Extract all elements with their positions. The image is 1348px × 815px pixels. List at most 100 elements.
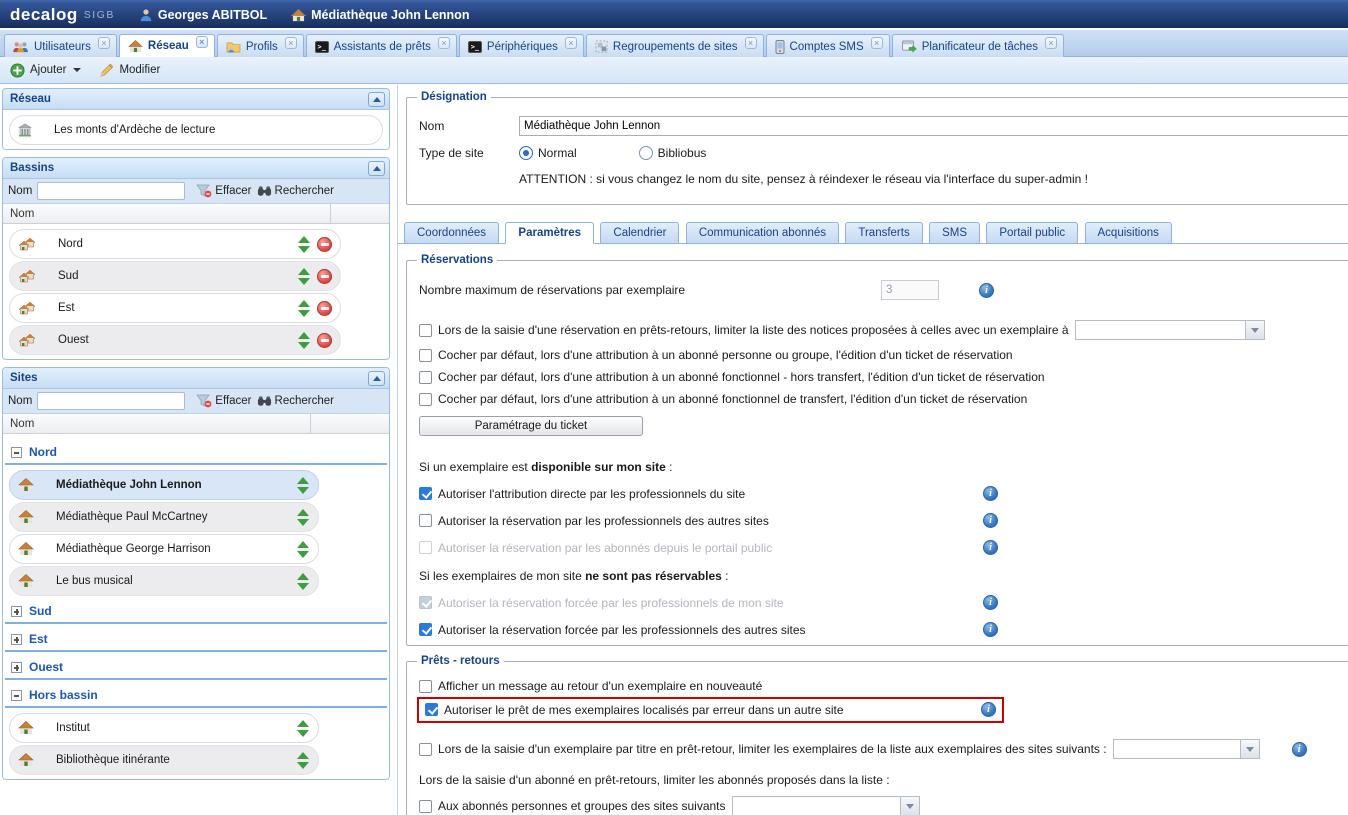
tab-parametres[interactable]: Paramètres [505, 222, 594, 244]
collapse-button[interactable] [368, 371, 385, 386]
delete-icon[interactable] [317, 333, 332, 348]
tab-peripheriques[interactable]: Périphériques [459, 34, 584, 58]
collapse-box-icon[interactable] [11, 690, 22, 701]
delete-icon[interactable] [317, 237, 332, 252]
collapse-button[interactable] [368, 92, 385, 107]
move-up-down-icon[interactable] [297, 573, 310, 590]
houses-icon [18, 301, 36, 315]
site-name-input[interactable] [519, 116, 1348, 136]
radio-unselected-icon[interactable] [639, 146, 653, 160]
bassin-row[interactable]: Sud [9, 261, 341, 291]
ticket-transfert-checkbox[interactable] [419, 393, 432, 406]
tab-profils[interactable]: Profils [217, 34, 304, 58]
limit-exemplaires-checkbox[interactable] [419, 743, 432, 756]
info-icon[interactable] [981, 702, 996, 717]
ticket-person-checkbox[interactable] [419, 349, 432, 362]
tab-utilisateurs[interactable]: Utilisateurs [4, 34, 117, 58]
bassin-row[interactable]: Est [9, 293, 341, 323]
tab-coordonnees[interactable]: Coordonnées [404, 222, 499, 243]
tab-reseau[interactable]: Réseau [119, 34, 215, 58]
exemplar-scope-dropdown[interactable] [1075, 320, 1265, 340]
site-row[interactable]: Bibliothèque itinérante [9, 745, 319, 775]
bassin-row[interactable]: Nord [9, 229, 341, 259]
expand-box-icon[interactable] [11, 606, 22, 617]
abonnes-sites-checkbox[interactable] [419, 800, 432, 813]
site-row[interactable]: Médiathèque George Harrison [9, 534, 319, 564]
close-icon[interactable] [871, 37, 883, 49]
sites-name-input[interactable] [37, 392, 185, 410]
site-row[interactable]: Médiathèque Paul McCartney [9, 502, 319, 532]
close-icon[interactable] [285, 37, 297, 49]
info-icon[interactable] [983, 595, 998, 610]
edit-button[interactable]: Modifier [99, 63, 160, 78]
tab-portail-public[interactable]: Portail public [986, 222, 1078, 243]
network-row[interactable]: Les monts d'Ardèche de lecture [9, 115, 383, 145]
site-row[interactable]: Le bus musical [9, 566, 319, 596]
other-sites-reservation-checkbox[interactable] [419, 514, 432, 527]
abonnes-sites-dropdown[interactable] [732, 796, 920, 815]
current-user[interactable]: Georges ABITBOL [139, 8, 267, 22]
sidebar: Réseau Les monts d'Ardèche de lecture Ba… [2, 88, 390, 815]
allow-mislocated-loan-checkbox[interactable] [425, 703, 438, 716]
tab-comptes-sms[interactable]: Comptes SMS [766, 34, 890, 58]
search-button[interactable]: Rechercher [257, 185, 334, 197]
delete-icon[interactable] [317, 301, 332, 316]
current-site[interactable]: Médiathèque John Lennon [291, 8, 469, 22]
chevron-down-icon[interactable] [1245, 320, 1265, 340]
move-up-down-icon[interactable] [297, 477, 310, 494]
move-up-down-icon[interactable] [297, 752, 310, 769]
bassin-row[interactable]: Ouest [9, 325, 341, 355]
tab-acquisitions[interactable]: Acquisitions [1085, 222, 1172, 243]
ticket-settings-button[interactable]: Paramétrage du ticket [419, 416, 643, 436]
radio-selected-icon[interactable] [519, 146, 533, 160]
expand-box-icon[interactable] [11, 662, 22, 673]
close-icon[interactable] [196, 36, 208, 48]
radio-bibliobus[interactable]: Bibliobus [639, 146, 707, 160]
collapse-button[interactable] [368, 161, 385, 176]
limit-notices-checkbox[interactable] [419, 324, 432, 337]
search-button[interactable]: Rechercher [257, 395, 334, 407]
forced-reservation-othersites-checkbox[interactable] [419, 623, 432, 636]
radio-normal[interactable]: Normal [519, 146, 577, 160]
move-up-down-icon[interactable] [297, 509, 310, 526]
tab-communication-abonnes[interactable]: Communication abonnés [686, 222, 839, 243]
close-icon[interactable] [1045, 37, 1057, 49]
chevron-down-icon[interactable] [900, 796, 920, 815]
info-icon[interactable] [983, 486, 998, 501]
ticket-fonctionnel-checkbox[interactable] [419, 371, 432, 384]
info-icon[interactable] [983, 540, 998, 555]
move-up-down-icon[interactable] [298, 268, 311, 285]
move-up-down-icon[interactable] [297, 541, 310, 558]
direct-attribution-checkbox[interactable] [419, 487, 432, 500]
expand-box-icon[interactable] [11, 634, 22, 645]
tab-planificateur-de-taches[interactable]: Planificateur de tâches [892, 34, 1064, 58]
close-icon[interactable] [98, 37, 110, 49]
clear-button[interactable]: Effacer [196, 394, 251, 408]
clear-button[interactable]: Effacer [196, 184, 251, 198]
tab-assistants-de-prets[interactable]: Assistants de prêts [306, 34, 457, 58]
tab-sms[interactable]: SMS [929, 222, 980, 243]
add-button[interactable]: Ajouter [10, 63, 81, 78]
close-icon[interactable] [745, 37, 757, 49]
site-row[interactable]: Institut [9, 713, 319, 743]
new-item-message-checkbox[interactable] [419, 680, 432, 693]
move-up-down-icon[interactable] [298, 300, 311, 317]
close-icon[interactable] [438, 37, 450, 49]
move-up-down-icon[interactable] [298, 332, 311, 349]
info-icon[interactable] [1292, 742, 1307, 757]
info-icon[interactable] [979, 283, 994, 298]
tab-transferts[interactable]: Transferts [845, 222, 922, 243]
move-up-down-icon[interactable] [298, 236, 311, 253]
bassins-name-input[interactable] [37, 182, 185, 200]
close-icon[interactable] [565, 37, 577, 49]
sites-filter-dropdown[interactable] [1113, 739, 1260, 759]
info-icon[interactable] [983, 622, 998, 637]
collapse-box-icon[interactable] [11, 447, 22, 458]
tab-calendrier[interactable]: Calendrier [600, 222, 679, 243]
move-up-down-icon[interactable] [297, 720, 310, 737]
delete-icon[interactable] [317, 269, 332, 284]
tab-regroupements-de-sites[interactable]: Regroupements de sites [586, 34, 764, 58]
chevron-down-icon[interactable] [1240, 739, 1260, 759]
info-icon[interactable] [983, 513, 998, 528]
site-row[interactable]: Médiathèque John Lennon [9, 470, 319, 500]
